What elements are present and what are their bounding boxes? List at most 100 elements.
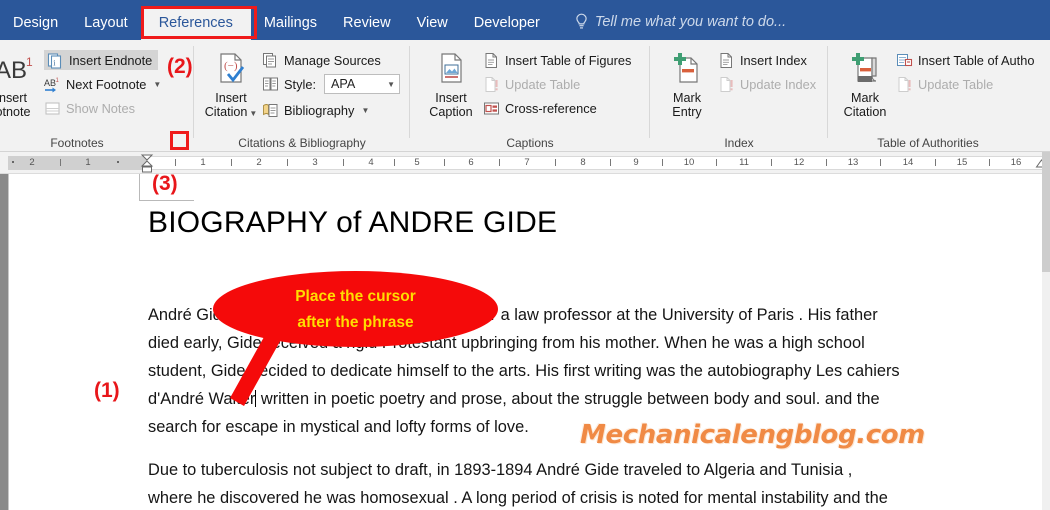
- update-index-button: Update Index: [718, 74, 816, 94]
- insert-table-of-authorities-button[interactable]: Insert Table of Autho: [896, 50, 1034, 70]
- ruler-tick: 1: [200, 157, 206, 168]
- mark-entry-icon: [674, 53, 698, 83]
- horizontal-ruler[interactable]: 2 1 1 2 3 4 5 6 7 8 9 10 11 12 13 14 15 …: [0, 152, 1050, 174]
- callout-text: Place the cursor after the phrase: [213, 284, 498, 336]
- show-notes-label: Show Notes: [66, 100, 135, 116]
- insert-index-icon: [718, 52, 735, 69]
- word-application-window: Design Layout References Mailings Review…: [0, 0, 1050, 510]
- margin-guide: [139, 200, 194, 201]
- insert-index-button[interactable]: Insert Index: [718, 50, 807, 70]
- insert-footnote-button[interactable]: AB 1 nsert otnote: [0, 52, 44, 119]
- ruler-tick: 13: [847, 157, 859, 168]
- show-notes-icon: [44, 100, 61, 117]
- group-label-citations: Citations & Bibliography: [238, 136, 366, 150]
- update-index-icon: [718, 76, 735, 93]
- ruler-tick: 8: [580, 157, 586, 168]
- ribbon-group-table-of-authorities: Mark Citation Insert Table of Autho Upda…: [828, 40, 1050, 152]
- insert-footnote-icon: AB 1: [0, 55, 33, 84]
- insert-citation-button[interactable]: (−) Insert Citation ▼: [200, 52, 262, 121]
- ruler-tick: 12: [793, 157, 805, 168]
- ruler-tick: 10: [683, 157, 695, 168]
- svg-text:1: 1: [26, 55, 33, 69]
- mark-citation-icon: [852, 53, 877, 82]
- tab-mailings[interactable]: Mailings: [251, 7, 330, 41]
- update-table-figures-label: Update Table: [505, 76, 581, 92]
- ribbon-group-captions: Insert Caption Insert Table of Figures U…: [410, 40, 650, 152]
- next-footnote-caret-icon[interactable]: ▼: [153, 80, 161, 89]
- svg-text:(−): (−): [224, 60, 238, 72]
- chevron-down-icon: ▼: [387, 79, 396, 89]
- insert-endnote-label: Insert Endnote: [69, 52, 153, 68]
- citation-style-value: APA: [331, 77, 356, 91]
- tab-developer[interactable]: Developer: [461, 7, 553, 41]
- tell-me-placeholder: Tell me what you want to do...: [594, 13, 787, 30]
- cross-reference-icon: [483, 100, 500, 117]
- bibliography-caret-icon[interactable]: ▼: [361, 106, 369, 115]
- bibliography-button[interactable]: Bibliography ▼: [262, 100, 369, 120]
- insert-index-label: Insert Index: [740, 52, 807, 68]
- callout-line-1: Place the cursor: [295, 288, 416, 305]
- ruler-tick: 7: [524, 157, 530, 168]
- annotation-step-1: (1): [94, 379, 120, 402]
- vertical-scrollbar[interactable]: [1042, 152, 1050, 510]
- ruler-tick: 9: [633, 157, 639, 168]
- svg-text:AB: AB: [44, 78, 56, 88]
- mark-entry-button[interactable]: Mark Entry: [656, 52, 718, 119]
- group-label-index: Index: [724, 136, 754, 150]
- show-notes-button: Show Notes: [44, 98, 135, 118]
- insert-endnote-button[interactable]: i Insert Endnote: [44, 50, 159, 70]
- scrollbar-thumb[interactable]: [1042, 152, 1050, 272]
- tab-design[interactable]: Design: [0, 7, 71, 41]
- annotation-box-footnote-launcher: [170, 131, 189, 150]
- insert-footnote-label-2: otnote: [0, 105, 31, 119]
- margin-guide: [139, 174, 140, 201]
- insert-citation-caret-icon[interactable]: ▼: [249, 109, 257, 118]
- annotation-callout: Place the cursor after the phrase: [213, 271, 498, 359]
- update-table-figures-button: Update Table: [483, 74, 580, 94]
- group-label-footnotes: Footnotes: [50, 136, 104, 150]
- document-title: BIOGRAPHY of ANDRE GIDE: [148, 206, 558, 239]
- document-page[interactable]: BIOGRAPHY of ANDRE GIDE Mechanicalengblo…: [8, 174, 1042, 510]
- insert-citation-label-1: Insert: [215, 91, 247, 105]
- mark-citation-button[interactable]: Mark Citation: [834, 52, 896, 119]
- cross-reference-label: Cross-reference: [505, 100, 597, 116]
- mark-citation-label-2: Citation: [843, 105, 887, 119]
- citation-style-label: Style:: [284, 76, 317, 92]
- group-label-table-of-authorities: Table of Authorities: [877, 136, 979, 150]
- cross-reference-button[interactable]: Cross-reference: [483, 98, 597, 118]
- next-footnote-button[interactable]: AB 1 Next Footnote ▼: [44, 74, 161, 94]
- insert-citation-label-2: Citation ▼: [204, 105, 258, 119]
- ruler-tick: 5: [414, 157, 420, 168]
- ribbon-group-citations: (−) Insert Citation ▼ Manage Sources Sty…: [194, 40, 410, 152]
- tab-view[interactable]: View: [404, 7, 461, 41]
- ruler-tick: 1: [85, 157, 91, 168]
- document-canvas: BIOGRAPHY of ANDRE GIDE Mechanicalengblo…: [0, 174, 1050, 510]
- tell-me-search[interactable]: Tell me what you want to do...: [553, 4, 796, 40]
- insert-table-of-authorities-label: Insert Table of Autho: [918, 52, 1035, 68]
- ruler-tick: 6: [468, 157, 474, 168]
- manage-sources-label: Manage Sources: [284, 52, 381, 68]
- paragraph-2[interactable]: Due to tuberculosis not subject to draft…: [148, 456, 900, 510]
- mark-entry-label-1: Mark: [673, 91, 701, 105]
- ruler-tick: 11: [739, 157, 749, 168]
- update-index-label: Update Index: [740, 76, 817, 92]
- citation-style-select[interactable]: APA ▼: [324, 74, 401, 94]
- update-table-authorities-label: Update Table: [918, 76, 994, 92]
- lightbulb-icon: [575, 13, 588, 30]
- tab-review[interactable]: Review: [330, 7, 404, 41]
- mark-entry-label-2: Entry: [672, 105, 702, 119]
- manage-sources-icon: [262, 52, 279, 69]
- manage-sources-button[interactable]: Manage Sources: [262, 50, 381, 70]
- citation-style-row[interactable]: Style: APA ▼: [262, 74, 401, 94]
- tab-layout[interactable]: Layout: [71, 7, 141, 41]
- bibliography-icon: [262, 102, 279, 119]
- insert-caption-label-2: Caption: [429, 105, 473, 119]
- annotation-step-2: (2): [167, 55, 193, 78]
- next-footnote-icon: AB 1: [44, 76, 61, 93]
- insert-caption-button[interactable]: Insert Caption: [420, 52, 482, 119]
- insert-endnote-icon: i: [47, 52, 64, 69]
- mark-citation-label-1: Mark: [851, 91, 879, 105]
- ruler-tick: 2: [29, 157, 35, 168]
- insert-table-of-figures-button[interactable]: Insert Table of Figures: [483, 50, 631, 70]
- insert-caption-icon: [441, 53, 462, 83]
